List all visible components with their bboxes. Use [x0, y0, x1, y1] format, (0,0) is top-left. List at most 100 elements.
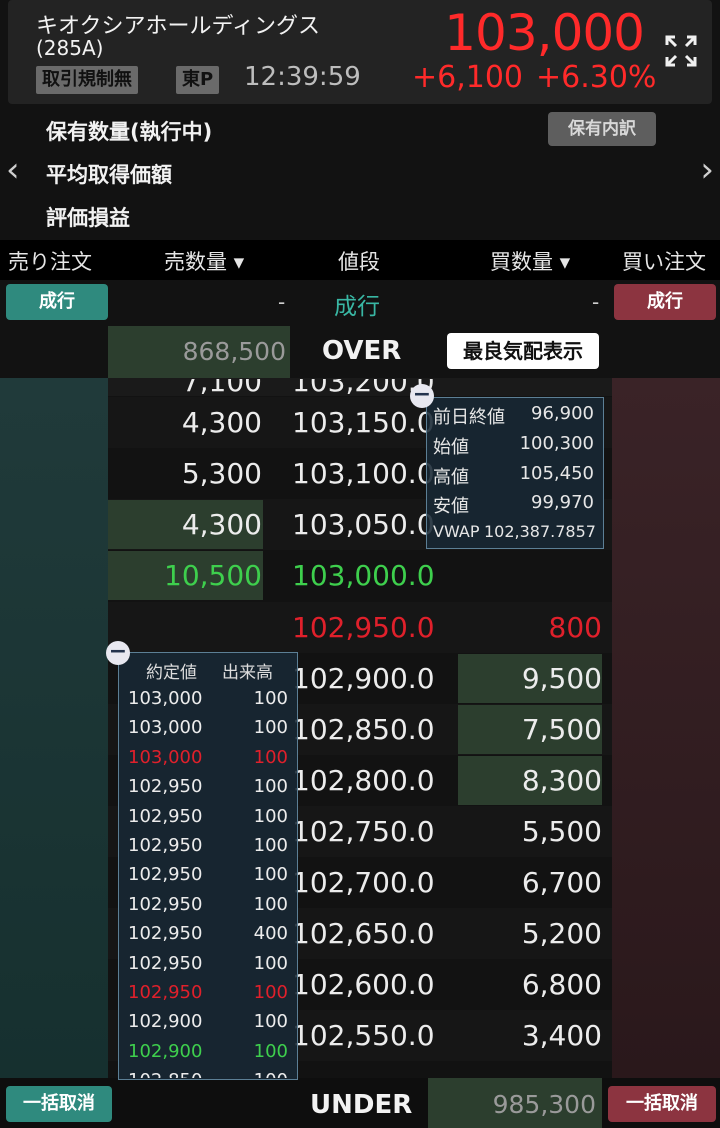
tick-volume: 100: [253, 688, 288, 709]
tick-volume: 400: [253, 923, 288, 945]
buy-order-column[interactable]: [612, 378, 720, 1078]
tick-price: 102,850: [128, 1070, 202, 1078]
ask-price: 103,050.0: [292, 508, 435, 541]
tick-price: 102,950: [128, 864, 203, 886]
price-change: +6,100: [412, 60, 524, 95]
ticks-header-price: 約定値: [146, 663, 197, 683]
tick-row: 102,900 100: [118, 1041, 296, 1069]
info-label: 前日終値: [433, 407, 505, 428]
tick-volume: 100: [253, 746, 288, 768]
info-label: 安値: [433, 496, 469, 517]
bid-qty: 5,200: [521, 917, 602, 950]
buy-market-qty: -: [592, 290, 600, 314]
bid-price: 102,550.0: [292, 1019, 435, 1052]
col-sell-qty[interactable]: 売数量 ▾: [164, 246, 244, 276]
bid-qty: 8,300: [521, 764, 602, 797]
market-price-label: 成行: [334, 294, 380, 320]
info-label: 高値: [433, 467, 469, 488]
market-badge: 東P: [176, 66, 220, 94]
tick-row: 102,950 100: [118, 806, 296, 834]
tick-volume: 100: [253, 982, 288, 1003]
bid-price: 102,650.0: [292, 917, 435, 950]
tick-volume: 100: [253, 1011, 288, 1033]
tick-row: 103,000 100: [118, 747, 296, 775]
tick-row: 102,950 100: [118, 835, 296, 863]
bid-qty: 6,700: [521, 866, 602, 899]
expand-icon[interactable]: [664, 34, 698, 68]
tick-volume: 100: [253, 893, 288, 915]
vwap-label: VWAP: [433, 522, 480, 541]
ask-qty: 4,300: [181, 406, 262, 439]
bid-price: 102,700.0: [292, 866, 435, 899]
price-change-percent: +6.30%: [536, 60, 657, 95]
info-value: 100,300: [519, 433, 594, 454]
tick-row: 103,000 100: [118, 688, 296, 716]
tick-volume: 100: [253, 835, 288, 856]
chevron-left-icon[interactable]: ‹: [6, 150, 20, 190]
under-qty: 985,300: [492, 1090, 596, 1119]
bid-price: 102,600.0: [292, 968, 435, 1001]
tick-row: 102,950 100: [118, 982, 296, 1010]
collapse-ticks-icon[interactable]: −: [106, 641, 130, 665]
bid-price: 102,950.0: [292, 611, 435, 644]
bid-price: 102,900.0: [292, 662, 435, 695]
tick-price: 102,950: [128, 776, 203, 798]
buy-market-button[interactable]: 成行: [614, 284, 716, 320]
tick-price: 103,000: [128, 688, 203, 709]
sell-market-qty: -: [278, 290, 286, 314]
tick-row: 102,950 100: [118, 894, 296, 922]
ask-price: 103,000.0: [292, 559, 435, 592]
info-label: 始値: [433, 437, 469, 458]
bid-qty: 7,500: [521, 713, 602, 746]
tick-price: 102,950: [128, 805, 203, 827]
stock-code: (285A): [36, 36, 104, 60]
tick-row: 102,850 100: [118, 1070, 296, 1078]
tick-price: 102,950: [128, 952, 203, 974]
tick-price: 102,950: [128, 923, 203, 945]
tick-row: 102,950 100: [118, 776, 296, 804]
bid-price: 102,800.0: [292, 764, 435, 797]
tick-volume: 100: [253, 1040, 288, 1062]
chevron-right-icon[interactable]: ›: [700, 150, 714, 190]
ask-qty: 5,300: [181, 457, 262, 490]
sell-market-button[interactable]: 成行: [6, 284, 108, 320]
avg-cost-label: 平均取得価額: [46, 163, 172, 187]
col-price: 値段: [338, 250, 380, 274]
ticks-list[interactable]: 103,000 100 103,000 100 103,000 100 102,950 100…: [118, 688, 296, 1078]
collapse-info-icon[interactable]: −: [410, 384, 434, 408]
holdings-detail-button[interactable]: 保有内訳: [548, 112, 656, 146]
tick-price: 102,900: [128, 1011, 203, 1033]
bid-qty: 800: [548, 611, 602, 644]
buy-cancel-all-button[interactable]: 一括取消: [608, 1086, 716, 1122]
tick-volume: 100: [253, 952, 288, 974]
tick-price: 102,950: [128, 835, 203, 856]
col-buy-order: 買い注文: [622, 250, 706, 274]
col-sell-order: 売り注文: [8, 250, 92, 274]
sell-order-column[interactable]: [0, 378, 108, 1078]
under-label: UNDER: [310, 1090, 413, 1120]
sell-cancel-all-button[interactable]: 一括取消: [6, 1086, 112, 1122]
current-price: 103,000: [444, 4, 645, 62]
tick-price: 102,900: [128, 1040, 203, 1062]
col-buy-qty[interactable]: 買数量 ▾: [490, 246, 570, 276]
tick-row: 103,000 100: [118, 717, 296, 745]
tick-volume: 100: [253, 864, 288, 886]
tick-row: 102,950 400: [118, 923, 296, 951]
info-value: 99,970: [531, 492, 594, 513]
unrealized-pl-label: 評価損益: [46, 206, 130, 230]
tick-price: 102,950: [128, 982, 203, 1003]
tick-price: 103,000: [128, 746, 203, 768]
bid-qty: 6,800: [521, 968, 602, 1001]
info-value: 96,900: [531, 403, 594, 424]
bid-price: 102,750.0: [292, 815, 435, 848]
ticks-header-volume: 出来高: [222, 663, 273, 683]
tick-price: 103,000: [128, 717, 203, 739]
bid-qty: 9,500: [521, 662, 602, 695]
best-quote-button[interactable]: 最良気配表示: [447, 333, 599, 369]
quote-time: 12:39:59: [244, 62, 361, 92]
ask-qty: 4,300: [181, 508, 262, 541]
ask-price: 103,150.0: [292, 406, 435, 439]
tick-volume: 100: [253, 805, 288, 827]
vwap-value: 102,387.7857: [484, 522, 596, 541]
tick-volume: 100: [253, 776, 288, 798]
